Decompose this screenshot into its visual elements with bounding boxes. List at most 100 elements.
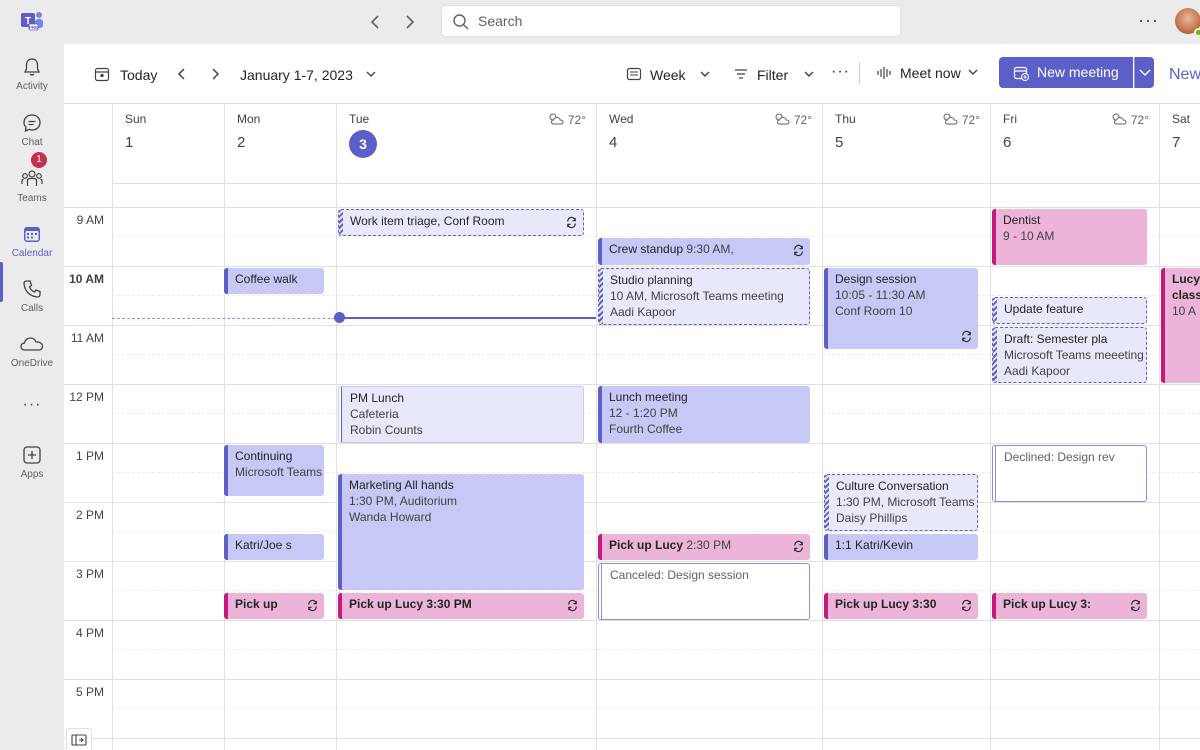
day-header-sun[interactable]: Sun 1 xyxy=(112,104,224,184)
new-label[interactable]: New xyxy=(1169,66,1200,84)
event-update-feature[interactable]: Update feature xyxy=(992,297,1147,324)
rail-item-calls[interactable]: Calls xyxy=(0,278,64,330)
time-label: 1 PM xyxy=(75,449,104,463)
event-color-bar xyxy=(599,269,603,324)
rail-item-onedrive[interactable]: OneDrive xyxy=(0,333,64,385)
rail-item-calendar[interactable]: Calendar xyxy=(0,223,64,275)
event-title: 1:1 Katri/Kevin xyxy=(835,538,914,552)
back-arrow-icon[interactable] xyxy=(366,12,386,32)
chevron-down-icon[interactable] xyxy=(698,67,712,86)
hour-line xyxy=(64,620,1200,621)
day-name: Sun xyxy=(125,112,147,126)
hour-line xyxy=(64,325,1200,326)
event-lucy-class[interactable]: Lucy s class 10 A xyxy=(1161,268,1200,383)
rail-label: Chat xyxy=(21,137,43,148)
chevron-down-icon[interactable] xyxy=(364,67,378,86)
time-label: 3 PM xyxy=(75,567,104,581)
event-continuing[interactable]: Continuing Microsoft Teams xyxy=(224,445,324,496)
event-title: Pick up Lucy 3:30 xyxy=(835,597,937,611)
current-time-bar xyxy=(340,317,596,319)
rail-item-apps[interactable]: Apps xyxy=(0,444,64,496)
event-title: Declined: Design rev xyxy=(1004,450,1115,464)
event-studio-planning[interactable]: Studio planning 10 AM, Microsoft Teams m… xyxy=(598,268,810,325)
view-select-label[interactable]: Week xyxy=(650,67,686,83)
event-title: Work item triage, Conf Room xyxy=(350,214,505,228)
event-crew-standup[interactable]: Crew standup 9:30 AM, xyxy=(598,238,810,265)
new-meeting-dropdown[interactable] xyxy=(1134,57,1154,88)
new-meeting-button[interactable]: New meeting xyxy=(999,57,1133,88)
day-header-thu[interactable]: Thu 5 72° xyxy=(822,104,990,184)
event-declined-design-rev[interactable]: Declined: Design rev xyxy=(992,445,1147,502)
event-time: 2:30 PM xyxy=(686,538,732,552)
event-location: Cafeteria xyxy=(350,407,399,421)
event-pick-up-lucy[interactable]: Pick up Lucy 2:30 PM xyxy=(598,534,810,560)
day-number-today: 3 xyxy=(349,130,377,158)
more-options-icon[interactable]: ··· xyxy=(831,63,850,81)
event-title: Coffee walk xyxy=(235,272,298,286)
event-marketing-all-hands[interactable]: Marketing All hands 1:30 PM, Auditorium … xyxy=(338,474,584,590)
day-header-fri[interactable]: Fri 6 72° xyxy=(990,104,1159,184)
event-culture-conversation[interactable]: Culture Conversation 1:30 PM, Microsoft … xyxy=(824,474,978,531)
day-number: 6 xyxy=(1003,134,1012,151)
event-organizer: Wanda Howard xyxy=(349,510,432,524)
recurring-icon xyxy=(567,216,576,229)
day-header-wed[interactable]: Wed 4 72° xyxy=(596,104,822,184)
event-work-item-triage[interactable]: Work item triage, Conf Room xyxy=(338,209,584,236)
event-title: Design session xyxy=(835,272,917,286)
event-pick-up-lucy[interactable]: Pick up Lucy 3:30 PM xyxy=(338,593,584,619)
hour-line xyxy=(64,502,1200,503)
chevron-down-icon[interactable] xyxy=(966,65,980,84)
date-range-label[interactable]: January 1-7, 2023 xyxy=(240,67,353,83)
event-location: Conf Room 10 xyxy=(835,304,913,318)
day-name: Tue xyxy=(349,112,370,126)
day-header-sat[interactable]: Sat 7 xyxy=(1159,104,1200,184)
event-draft-semester[interactable]: Draft: Semester pla Microsoft Teams meee… xyxy=(992,327,1147,383)
filter-button[interactable]: Filter xyxy=(757,67,788,83)
event-katri-kevin[interactable]: 1:1 Katri/Kevin xyxy=(824,534,978,560)
event-lunch-meeting[interactable]: Lunch meeting 12 - 1:20 PM Fourth Coffee xyxy=(598,386,810,443)
prev-week-icon[interactable] xyxy=(174,66,190,87)
event-detail: Microsoft Teams meeeting xyxy=(1004,348,1144,362)
rail-item-teams[interactable]: Teams xyxy=(0,168,64,220)
column-divider xyxy=(224,104,225,750)
event-color-bar xyxy=(338,474,342,590)
event-pick-up-lucy[interactable]: Pick up Lucy 3: xyxy=(992,593,1147,619)
settings-more-icon[interactable]: ··· xyxy=(1138,10,1159,31)
event-title: PM Lunch xyxy=(350,391,405,405)
event-pick-up-lucy[interactable]: Pick up Lucy 3:30 xyxy=(824,593,978,619)
rail-label: OneDrive xyxy=(10,358,54,369)
column-divider xyxy=(822,104,823,750)
event-design-session[interactable]: Design session 10:05 - 11:30 AM Conf Roo… xyxy=(824,268,978,349)
event-color-bar xyxy=(599,564,602,619)
event-color-bar xyxy=(224,534,228,560)
event-dentist[interactable]: Dentist 9 - 10 AM xyxy=(992,209,1147,265)
event-pm-lunch[interactable]: PM Lunch Cafeteria Robin Counts xyxy=(338,386,584,443)
forward-arrow-icon[interactable] xyxy=(399,12,419,32)
event-pick-up[interactable]: Pick up xyxy=(224,593,324,619)
search-box[interactable]: Search xyxy=(441,5,901,37)
partly-cloudy-icon xyxy=(943,113,958,125)
meet-now-button[interactable]: Meet now xyxy=(900,65,961,81)
day-header-mon[interactable]: Mon 2 xyxy=(224,104,336,184)
event-time: 9:30 AM, xyxy=(686,242,734,256)
event-coffee-walk[interactable]: Coffee walk xyxy=(224,268,324,294)
teams-logo-icon[interactable]: T PRE xyxy=(20,10,44,32)
recurring-icon xyxy=(308,599,317,612)
event-color-bar xyxy=(224,268,228,294)
event-time: 9 - 10 AM xyxy=(1003,229,1055,243)
event-canceled-design-session[interactable]: Canceled: Design session xyxy=(598,563,810,620)
day-header-tue[interactable]: Tue 3 72° xyxy=(336,104,596,184)
chevron-down-icon[interactable] xyxy=(802,67,816,86)
rail-item-activity[interactable]: Activity xyxy=(0,56,64,108)
plus-box-icon xyxy=(23,446,41,464)
today-button[interactable]: Today xyxy=(120,67,157,83)
rail-label: Apps xyxy=(20,469,44,480)
rail-more-icon[interactable]: ··· xyxy=(0,396,64,416)
half-hour-line xyxy=(112,708,1200,709)
next-week-icon[interactable] xyxy=(207,66,223,87)
partly-cloudy-icon xyxy=(775,113,790,125)
event-title: Crew standup xyxy=(609,242,684,256)
meet-now-icon xyxy=(876,65,892,86)
event-katri-joe[interactable]: Katri/Joe s xyxy=(224,534,324,560)
collapse-panel-icon[interactable] xyxy=(66,728,92,750)
